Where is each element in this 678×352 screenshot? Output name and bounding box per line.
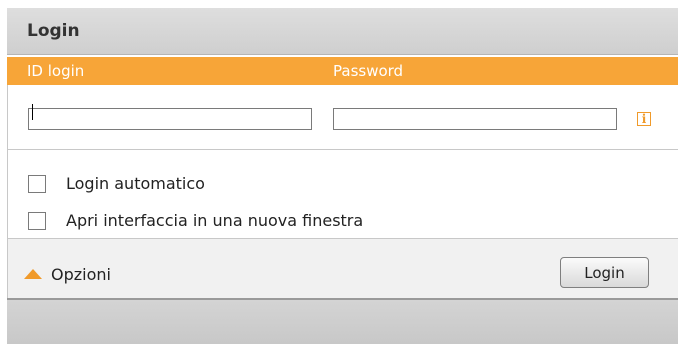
- auto-login-checkbox[interactable]: [28, 175, 46, 193]
- panel-footer: Opzioni Login: [7, 239, 678, 299]
- field-label-bar: ID login Password: [7, 57, 678, 85]
- new-window-label[interactable]: Apri interfaccia in una nuova finestra: [66, 211, 363, 230]
- text-cursor: [32, 104, 33, 120]
- options-toggle-label[interactable]: Opzioni: [51, 265, 111, 284]
- bottom-bar: [7, 300, 678, 344]
- id-login-field[interactable]: [28, 108, 312, 130]
- login-button[interactable]: Login: [560, 257, 649, 288]
- credentials-row: i: [7, 85, 678, 149]
- password-label: Password: [333, 62, 404, 80]
- password-field[interactable]: [333, 108, 617, 130]
- info-icon[interactable]: i: [637, 112, 651, 126]
- id-login-label: ID login: [27, 62, 85, 80]
- triangle-up-icon[interactable]: [24, 269, 42, 279]
- panel-title: Login: [27, 21, 80, 41]
- panel-header: Login: [7, 8, 678, 55]
- login-panel: Login ID login Password i Login automati…: [7, 8, 678, 344]
- new-window-checkbox[interactable]: [28, 212, 46, 230]
- auto-login-label[interactable]: Login automatico: [66, 174, 205, 193]
- login-options: Login automatico Apri interfaccia in una…: [7, 150, 678, 238]
